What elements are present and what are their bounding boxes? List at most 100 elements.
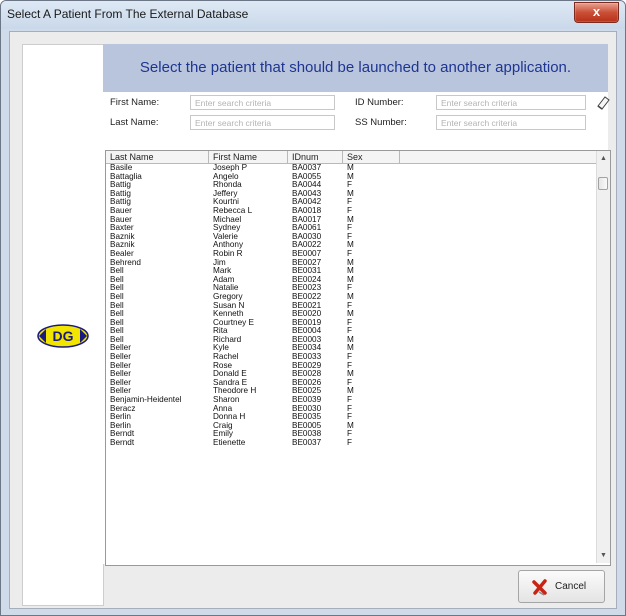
- table-row[interactable]: Baxter Sydney BA0061 F: [106, 224, 596, 233]
- table-row[interactable]: Bauer Rebecca L BA0018 F: [106, 207, 596, 216]
- column-header-first-name[interactable]: First Name: [209, 151, 288, 163]
- sex-cell: M: [347, 344, 354, 353]
- last-name-cell: Bell: [110, 310, 124, 319]
- last-name-cell: Beller: [110, 353, 131, 362]
- scroll-down-icon[interactable]: ▼: [599, 551, 608, 560]
- first-name-cell: Kourtni: [213, 198, 239, 207]
- last-name-cell: Bell: [110, 267, 124, 276]
- first-name-cell: Robin R: [213, 249, 243, 258]
- table-row[interactable]: Battig Rhonda BA0044 F: [106, 181, 596, 190]
- table-row[interactable]: Basile Joseph P BA0037 M: [106, 164, 596, 173]
- idnum-cell: BA0017: [292, 215, 322, 224]
- sex-cell: F: [347, 378, 353, 387]
- sex-cell: F: [347, 249, 353, 258]
- table-row[interactable]: Bell Mark BE0031 M: [106, 267, 596, 276]
- first-name-label: First Name:: [110, 97, 160, 108]
- table-row[interactable]: Behrend Jim BE0027 M: [106, 259, 596, 268]
- scroll-up-icon[interactable]: ▲: [599, 154, 608, 163]
- table-row[interactable]: Battig Kourtni BA0042 F: [106, 198, 596, 207]
- first-name-cell: Courtney E: [213, 318, 254, 327]
- first-name-cell: Anna: [213, 404, 233, 413]
- table-row[interactable]: Baznik Valerie BA0030 F: [106, 233, 596, 242]
- eraser-icon[interactable]: [595, 94, 611, 110]
- column-header-idnum[interactable]: IDnum: [288, 151, 343, 163]
- sex-cell: F: [347, 396, 353, 405]
- column-header-last-name[interactable]: Last Name: [106, 151, 209, 163]
- table-row[interactable]: Berlin Donna H BE0035 F: [106, 413, 596, 422]
- table-row[interactable]: Bell Courtney E BE0019 F: [106, 319, 596, 328]
- table-row[interactable]: Bell Natalie BE0023 F: [106, 284, 596, 293]
- first-name-cell: Sandra E: [213, 378, 248, 387]
- last-name-cell: Behrend: [110, 258, 141, 267]
- column-header-sex[interactable]: Sex: [343, 151, 400, 163]
- ss-number-input[interactable]: Enter search criteria: [436, 115, 586, 130]
- sex-cell: M: [347, 258, 354, 267]
- last-name-cell: Bell: [110, 335, 124, 344]
- table-row[interactable]: Bell Susan N BE0021 F: [106, 302, 596, 311]
- cancel-label: Cancel: [555, 581, 587, 592]
- scroll-thumb[interactable]: [598, 177, 608, 190]
- table-row[interactable]: Baznik Anthony BA0022 M: [106, 241, 596, 250]
- sex-cell: M: [347, 215, 354, 224]
- table-row[interactable]: Beller Theodore H BE0025 M: [106, 387, 596, 396]
- first-name-cell: Richard: [213, 335, 242, 344]
- table-row[interactable]: Bell Kenneth BE0020 M: [106, 310, 596, 319]
- table-row[interactable]: Beracz Anna BE0030 F: [106, 405, 596, 414]
- first-name-cell: Gregory: [213, 292, 243, 301]
- table-row[interactable]: Beller Rose BE0029 F: [106, 362, 596, 371]
- sex-cell: F: [347, 439, 353, 447]
- last-name-cell: Beller: [110, 387, 131, 396]
- table-row[interactable]: Bell Adam BE0024 M: [106, 276, 596, 285]
- table-row[interactable]: Benjamin-Heidentel Sharon BE0039 F: [106, 396, 596, 405]
- first-name-cell: Mark: [213, 267, 232, 276]
- idnum-cell: BE0029: [292, 361, 322, 370]
- first-name-cell: Emily: [213, 430, 234, 439]
- first-name-input[interactable]: Enter search criteria: [190, 95, 335, 110]
- table-row[interactable]: Bauer Michael BA0017 M: [106, 216, 596, 225]
- table-row[interactable]: Bell Gregory BE0022 M: [106, 293, 596, 302]
- idnum-cell: BE0024: [292, 275, 322, 284]
- sex-cell: F: [347, 318, 353, 327]
- last-name-cell: Bell: [110, 292, 124, 301]
- cancel-button[interactable]: Cancel: [518, 570, 605, 603]
- table-row[interactable]: Beller Sandra E BE0026 F: [106, 379, 596, 388]
- sex-cell: M: [347, 172, 354, 181]
- vertical-scrollbar[interactable]: ▲ ▼: [596, 151, 610, 563]
- sex-cell: F: [347, 198, 353, 207]
- table-row[interactable]: Berndt Emily BE0038 F: [106, 430, 596, 439]
- table-row[interactable]: Bell Richard BE0003 M: [106, 336, 596, 345]
- table-row[interactable]: Beller Kyle BE0034 M: [106, 344, 596, 353]
- dialog-client-area: DG Select the patient that should be lau…: [9, 31, 617, 609]
- table-row[interactable]: Bell Rita BE0004 F: [106, 327, 596, 336]
- last-name-input[interactable]: Enter search criteria: [190, 115, 335, 130]
- id-number-input[interactable]: Enter search criteria: [436, 95, 586, 110]
- first-name-cell: Susan N: [213, 301, 245, 310]
- first-name-cell: Valerie: [213, 232, 238, 241]
- window-title: Select A Patient From The External Datab…: [7, 7, 249, 21]
- close-button[interactable]: x: [574, 2, 619, 23]
- instruction-banner: Select the patient that should be launch…: [103, 44, 608, 92]
- last-name-cell: Bauer: [110, 215, 132, 224]
- table-row[interactable]: Beller Donald E BE0028 M: [106, 370, 596, 379]
- last-name-cell: Berlin: [110, 413, 131, 422]
- table-row[interactable]: Berndt Etienette BE0037 F: [106, 439, 596, 448]
- title-bar[interactable]: Select A Patient From The External Datab…: [1, 1, 625, 29]
- sex-cell: F: [347, 430, 353, 439]
- idnum-cell: BE0028: [292, 370, 322, 379]
- table-row[interactable]: Battig Jeffery BA0043 M: [106, 190, 596, 199]
- table-row[interactable]: Beller Rachel BE0033 F: [106, 353, 596, 362]
- sex-cell: M: [347, 310, 354, 319]
- last-name-cell: Bell: [110, 301, 124, 310]
- last-name-cell: Bell: [110, 284, 124, 293]
- last-name-cell: Bell: [110, 318, 124, 327]
- first-name-cell: Craig: [213, 421, 233, 430]
- dg-logo-icon: DG: [37, 324, 89, 348]
- idnum-cell: BA0030: [292, 232, 322, 241]
- table-row[interactable]: Berlin Craig BE0005 M: [106, 422, 596, 431]
- sex-cell: M: [347, 335, 354, 344]
- last-name-cell: Baznik: [110, 241, 135, 250]
- last-name-cell: Berndt: [110, 439, 135, 447]
- last-name-label: Last Name:: [110, 117, 159, 128]
- table-row[interactable]: Bealer Robin R BE0007 F: [106, 250, 596, 259]
- table-row[interactable]: Battaglia Angelo BA0055 M: [106, 173, 596, 182]
